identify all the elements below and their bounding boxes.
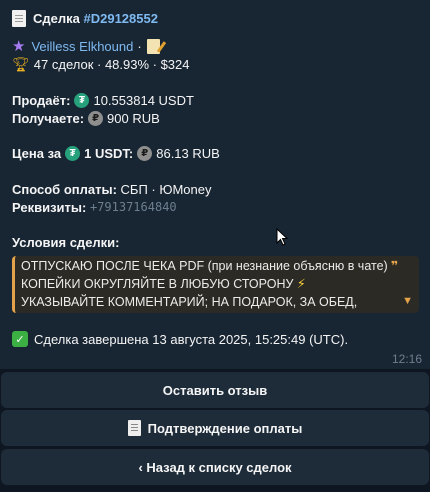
seller-line: Продаёт: ₮ 10.553814 USDT — [12, 91, 418, 109]
user-line: ★ Veilless Elkhound · — [12, 37, 418, 55]
receipt-icon — [127, 420, 141, 436]
ruble-icon: ₽ — [88, 110, 104, 126]
price-line: Цена за ₮ 1 USDT: ₽ 86.13 RUB — [12, 144, 418, 162]
price-label: Цена за — [12, 145, 62, 161]
terms-label: Условия сделки: — [12, 234, 120, 250]
quote-icon: ❞ — [390, 259, 399, 273]
deal-title: Сделка #D29128552 — [12, 9, 418, 27]
requisites-value[interactable]: +79137164840 — [90, 200, 177, 214]
user-stats: 47 сделок · 48.93% · $324 — [33, 56, 190, 72]
payment-confirmation-button[interactable]: Подтверждение оплаты — [1, 410, 429, 446]
buyer-amount: 900 RUB — [107, 110, 160, 126]
tether-icon: ₮ — [65, 145, 81, 161]
deal-id-link[interactable]: #D29128552 — [84, 11, 158, 26]
leave-review-label: Оставить отзыв — [162, 382, 268, 398]
requisites-line: Реквизиты: +79137164840 — [12, 198, 418, 216]
payment-value: СБП · ЮMoney — [120, 181, 212, 197]
payment-confirmation-label: Подтверждение оплаты — [147, 420, 303, 436]
status-line: ✓ Сделка завершена 13 августа 2025, 15:2… — [12, 330, 418, 348]
ruble-icon: ₽ — [137, 145, 153, 161]
leave-review-button[interactable]: Оставить отзыв — [1, 372, 429, 408]
trophy-icon: 🏆︎ — [12, 55, 30, 72]
terms-line-1: ОТПУСКАЮ ПОСЛЕ ЧЕКА PDF (при незнание об… — [21, 259, 388, 273]
payment-method-line: Способ оплаты: СБП · ЮMoney — [12, 180, 418, 198]
user-name-link[interactable]: Veilless Elkhound — [31, 39, 133, 54]
mouse-cursor-icon — [276, 228, 288, 246]
deal-message-bubble: Сделка #D29128552 ★ Veilless Elkhound · … — [0, 0, 430, 369]
user-stats-line: 🏆︎ 47 сделок · 48.93% · $324 — [12, 55, 418, 73]
message-time: 12:16 — [391, 352, 422, 366]
chevron-down-icon[interactable]: ▼ — [402, 292, 413, 310]
price-unit: 1 USDT: — [84, 145, 134, 161]
terms-line-3: УКАЗЫВАЙТЕ КОММЕНТАРИЙ; НА ПОДАРОК, ЗА О… — [21, 295, 358, 309]
check-icon: ✓ — [12, 331, 28, 347]
seller-label: Продаёт: — [12, 92, 71, 108]
terms-quote-block[interactable]: ОТПУСКАЮ ПОСЛЕ ЧЕКА PDF (при незнание об… — [12, 256, 419, 313]
document-icon — [12, 9, 26, 27]
lightning-icon: ⚡︎ — [296, 277, 306, 291]
seller-amount: 10.553814 USDT — [93, 92, 194, 108]
back-to-deals-label: ‹ Назад к списку сделок — [138, 459, 292, 475]
buyer-line: Получаете: ₽ 900 RUB — [12, 109, 418, 127]
price-value: 86.13 RUB — [156, 145, 220, 161]
status-text: Сделка завершена 13 августа 2025, 15:25:… — [34, 331, 349, 347]
user-separator: · — [137, 38, 142, 54]
star-icon: ★ — [12, 38, 26, 55]
back-to-deals-button[interactable]: ‹ Назад к списку сделок — [1, 449, 429, 485]
payment-label: Способ оплаты: — [12, 181, 117, 197]
buyer-label: Получаете: — [12, 110, 85, 126]
memo-icon — [146, 38, 160, 54]
requisites-label: Реквизиты: — [12, 199, 87, 215]
deal-title-prefix: Сделка — [33, 10, 80, 26]
terms-line-2: КОПЕЙКИ ОКРУГЛЯЙТЕ В ЛЮБУЮ СТОРОНУ — [21, 277, 294, 291]
tether-icon: ₮ — [74, 92, 90, 108]
